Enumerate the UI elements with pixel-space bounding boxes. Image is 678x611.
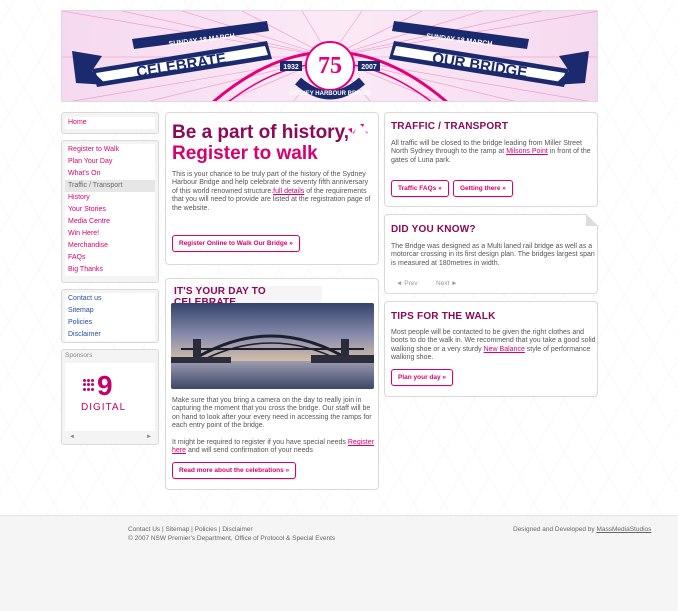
celebrate-para2-text-1: It might be required to register if you … [172,439,348,446]
register-title-line1: Be a part of history, [172,122,350,143]
sidebar-item-faqs[interactable]: FAQs [65,252,155,264]
sidebar-item-sitemap[interactable]: Sitemap [65,305,155,317]
massmediastudios-link[interactable]: MassMediaStudios [596,526,651,533]
celebrate-para2-text-2: and will send confirmation of your needs [186,447,313,455]
sidebar-sponsors: Sponsors 9 DIGITAL ◄ ► [61,349,159,445]
header-banner: 1932 2007 75 SYDNEY HARBOUR BRIDGE SUNDA… [61,10,598,102]
page-curl-icon [586,214,598,226]
banner-arc-text: SYDNEY HARBOUR BRIDGE [289,91,371,97]
sidebar-home-box: Home [61,112,159,134]
sidebar-item-history[interactable]: History [65,192,155,204]
sponsor-logo-text: DIGITAL [81,402,127,413]
sponsors-heading: Sponsors [65,352,93,359]
tips-body: Most people will be contacted to be give… [391,329,596,363]
sidebar-main-nav: Register to Walk Plan Your Day What's On… [61,140,159,283]
footer-link-sitemap[interactable]: Sitemap [165,526,189,533]
sidebar-item-your-stories[interactable]: Your Stories [65,204,155,216]
footer-link-policies[interactable]: Policies [195,526,217,533]
celebrate-para2: It might be required to register if you … [172,439,375,456]
banner-badge-number: 75 [318,53,342,79]
sponsor-logo-area[interactable]: 9 DIGITAL [65,363,155,431]
footer-links: Contact Us | Sitemap | Policies | Discla… [128,526,253,533]
sidebar-item-whats-on[interactable]: What's On [65,168,155,180]
sidebar-utility-nav: Contact us Sitemap Policies Disclaimer [61,289,159,343]
read-more-celebrations-button[interactable]: Read more about the celebrations » [172,462,297,479]
sidebar-item-traffic-transport[interactable]: Traffic / Transport [65,180,155,192]
sidebar-item-policies[interactable]: Policies [65,317,155,329]
sidebar-item-media-centre[interactable]: Media Centre [65,216,155,228]
did-you-know-body: The Bridge was designed as a Multi laned… [391,243,595,267]
bridge-photo [171,303,374,389]
plan-your-day-button[interactable]: Plan your day » [391,369,454,386]
banner-year-right: 2007 [361,64,377,71]
footer-link-contact-us[interactable]: Contact Us [128,526,160,533]
did-you-know-title: DID YOU KNOW? [391,224,476,235]
banner-artwork: 1932 2007 75 SYDNEY HARBOUR BRIDGE SUNDA… [62,11,597,101]
did-you-know-panel: DID YOU KNOW? The Bridge was designed as… [384,214,598,294]
fact-prev-button[interactable]: ◄ Prev [396,279,418,289]
register-panel: Be a part of history, Register to walk T… [165,112,379,265]
footer-copyright: © 2007 NSW Premier's Department, Office … [128,535,336,542]
butterfly-icon [346,123,370,141]
sidebar-item-disclaimer[interactable]: Disclaimer [65,329,155,341]
register-title-line2: Register to walk [172,143,318,164]
traffic-panel: TRAFFIC / TRANSPORT All traffic will be … [384,112,598,207]
fact-next-button[interactable]: Next ► [436,279,458,289]
tips-panel: TIPS FOR THE WALK Most people will be co… [384,301,598,397]
celebrate-para1: Make sure that you bring a camera on the… [172,397,372,430]
sponsor-logo-number: 9 [97,370,113,401]
full-details-link[interactable]: full details [273,188,304,195]
traffic-body: All traffic will be closed to the bridge… [391,140,596,165]
sidebar-item-home[interactable]: Home [65,117,155,129]
celebrate-panel: IT'S YOUR DAY TO CELEBRATE Make sure tha… [165,278,379,490]
sidebar-item-merchandise[interactable]: Merchandise [65,240,155,252]
sponsor-prev-arrow-icon[interactable]: ◄ [69,434,75,440]
traffic-title: TRAFFIC / TRANSPORT [391,121,509,132]
banner-year-left: 1932 [283,64,299,71]
milsons-point-link[interactable]: Milsons Point [506,148,548,155]
traffic-faqs-button[interactable]: Traffic FAQs » [391,180,449,197]
footer-credit: Designed and Developed by MassMediaStudi… [513,526,651,533]
footer-link-disclaimer[interactable]: Disclaimer [222,526,252,533]
new-balance-link[interactable]: New Balance [484,346,525,353]
sidebar-item-big-thanks[interactable]: Big Thanks [65,264,155,276]
sidebar-item-win-here[interactable]: Win Here! [65,228,155,240]
sponsor-next-arrow-icon[interactable]: ► [146,434,152,440]
register-online-button[interactable]: Register Online to Walk Our Bridge » [172,235,300,252]
sidebar-item-contact-us[interactable]: Contact us [65,293,155,305]
footer: Contact Us | Sitemap | Policies | Discla… [0,515,678,611]
tips-title: TIPS FOR THE WALK [391,311,496,322]
sponsor-dots-icon [83,379,95,391]
footer-credit-prefix: Designed and Developed by [513,526,597,533]
register-body: This is your chance to be truly part of … [172,171,375,213]
sidebar-item-plan-your-day[interactable]: Plan Your Day [65,156,155,168]
getting-there-button[interactable]: Getting there » [453,180,513,197]
sidebar-item-register-to-walk[interactable]: Register to Walk [65,144,155,156]
